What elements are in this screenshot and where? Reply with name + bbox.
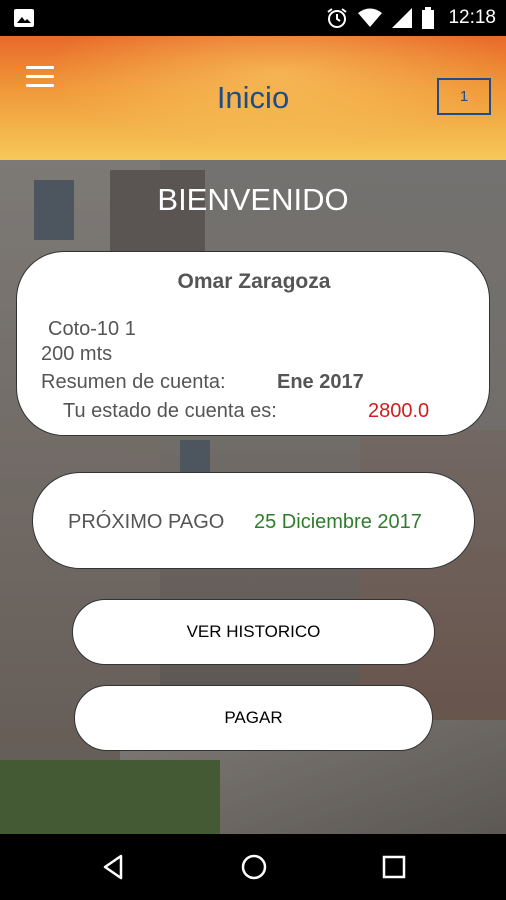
next-payment-label: PRÓXIMO PAGO (68, 511, 225, 533)
page-title: Inicio (216, 80, 290, 115)
pay-button[interactable]: PAGAR (74, 685, 433, 751)
summary-period: Ene 2017 (277, 371, 364, 393)
signal-icon (392, 8, 413, 28)
user-name: Omar Zaragoza (177, 270, 331, 293)
view-history-button[interactable]: VER HISTORICO (72, 599, 435, 665)
image-icon (14, 9, 34, 27)
next-payment-date: 25 Diciembre 2017 (254, 511, 422, 533)
alarm-icon (327, 8, 348, 28)
clock: 12:18 (448, 7, 496, 28)
welcome-heading: BIENVENIDO (157, 182, 349, 217)
wifi-icon (358, 8, 383, 27)
next-payment-card: PRÓXIMO PAGO 25 Diciembre 2017 (32, 472, 475, 569)
navigation-bar (0, 834, 506, 900)
status-amount: 2800.0 (368, 400, 430, 422)
unit-label: Coto-10 1 (48, 318, 136, 340)
summary-label: Resumen de cuenta: (41, 371, 226, 393)
battery-icon (422, 7, 435, 29)
recents-icon[interactable] (379, 852, 409, 882)
app-bar: Inicio 1 (0, 36, 506, 160)
notification-badge-button[interactable]: 1 (437, 78, 491, 115)
account-card: Omar Zaragoza Coto-10 1 200 mts Resumen … (16, 251, 490, 436)
area-label: 200 mts (41, 343, 113, 365)
status-bar: 12:18 (0, 0, 506, 36)
status-label: Tu estado de cuenta es: (63, 400, 277, 422)
back-icon[interactable] (99, 852, 129, 882)
home-icon[interactable] (239, 852, 269, 882)
